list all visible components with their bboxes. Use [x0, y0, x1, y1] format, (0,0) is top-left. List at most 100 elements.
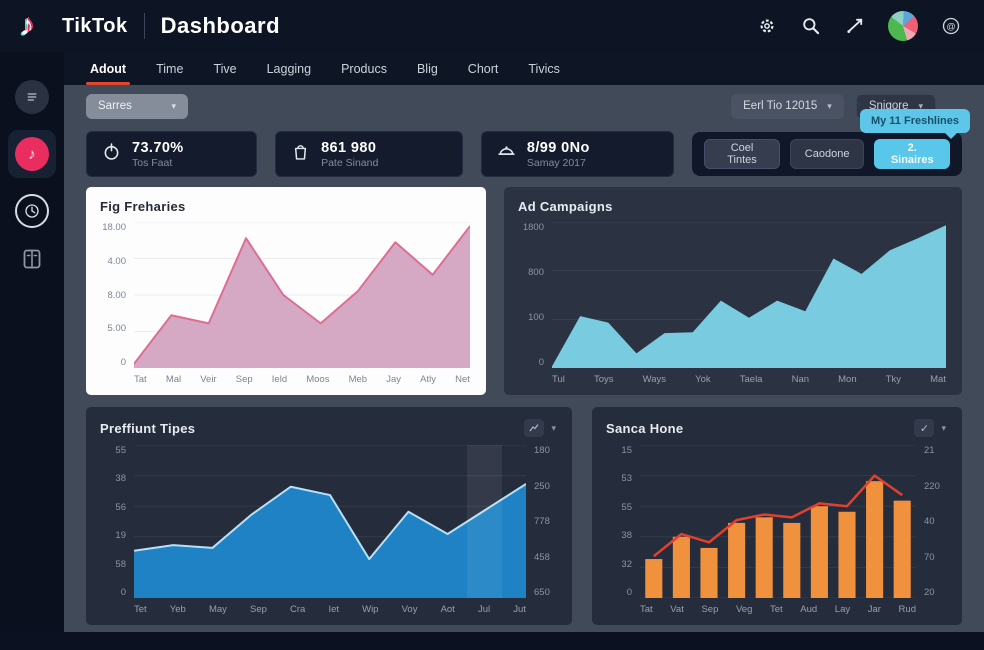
- y-tick-label: 38: [606, 530, 632, 541]
- x-tick-label: Jar: [868, 604, 881, 615]
- stat-card-rate: 73.70% Tos Faat: [86, 131, 257, 177]
- tab-time[interactable]: Time: [156, 52, 183, 85]
- sinaires-button[interactable]: 2. Sinaires: [874, 139, 950, 169]
- sidebar-item-history[interactable]: [15, 194, 49, 228]
- page-title: Dashboard: [161, 13, 280, 39]
- x-tick-label: Toys: [594, 374, 614, 385]
- x-tick-label: Sep: [236, 374, 253, 385]
- stat-value: 73.70%: [132, 140, 184, 156]
- tab-blig[interactable]: Blig: [417, 52, 438, 85]
- y-axis-labels-right: 180250778458650: [526, 445, 556, 598]
- x-tick-label: Iet: [328, 604, 339, 615]
- stat-card-summary: 8/99 0No Samay 2017: [481, 131, 674, 177]
- y-tick-label: 38: [100, 473, 126, 484]
- tab-adout[interactable]: Adout: [90, 52, 126, 85]
- x-tick-label: Aud: [800, 604, 817, 615]
- brand-name: TikTok: [62, 15, 128, 38]
- settings-icon[interactable]: [756, 15, 778, 37]
- chevron-down-icon[interactable]: ▾: [941, 423, 946, 434]
- y-tick-label: 20: [924, 587, 946, 598]
- avatar[interactable]: [888, 11, 918, 41]
- caodone-button[interactable]: Caodone: [790, 139, 865, 169]
- y-tick-label: 650: [534, 587, 556, 598]
- sidebar-item-music-active[interactable]: ♪: [8, 130, 56, 178]
- x-tick-label: Net: [455, 374, 470, 385]
- library-icon: [17, 244, 47, 274]
- tab-chort[interactable]: Chort: [468, 52, 499, 85]
- plot-region: [552, 222, 946, 368]
- coel-tintes-button[interactable]: Coel Tintes: [704, 139, 780, 169]
- tab-lagging[interactable]: Lagging: [267, 52, 312, 85]
- y-axis-labels-right: 21220407020: [916, 445, 946, 598]
- chart-title: Ad Campaigns: [518, 199, 613, 214]
- stat-label: Pate Sinand: [321, 157, 378, 169]
- x-tick-label: Jul: [478, 604, 490, 615]
- stat-label: Tos Faat: [132, 157, 184, 169]
- x-tick-label: Rud: [899, 604, 916, 615]
- sources-dropdown-value: Sarres: [98, 100, 132, 112]
- chevron-down-icon[interactable]: ▾: [551, 423, 556, 434]
- area-chart: [134, 222, 470, 368]
- sidebar-item-menu[interactable]: [15, 80, 49, 114]
- check-icon[interactable]: ✓: [914, 419, 934, 437]
- card-tools: ▾: [524, 419, 556, 437]
- tiktok-logo-icon: ♪♪♪: [18, 8, 52, 44]
- topbar-actions: @: [756, 11, 962, 41]
- basket-icon: [496, 141, 517, 167]
- x-axis-labels: TatVatSepVegTetAudLayJarRud: [606, 604, 946, 615]
- svg-text:@: @: [946, 21, 955, 31]
- x-tick-label: Veg: [736, 604, 752, 615]
- bar-line-chart: [640, 445, 916, 598]
- active-highlight: ♪: [8, 130, 56, 178]
- charts-row-1: Fig Freharies My 11 Freshlines 18.004.00…: [86, 187, 962, 395]
- chart-title: Sanca Hone: [606, 421, 683, 436]
- x-tick-label: Jay: [386, 374, 401, 385]
- chevron-down-icon: ▾: [171, 101, 176, 112]
- chart-card-ad-campaigns: Ad Campaigns 18008001000 TulToysWaysYokT…: [504, 187, 962, 395]
- y-tick-label: 40: [924, 516, 946, 527]
- x-tick-label: Tat: [134, 374, 147, 385]
- card-tools: ✓ ▾: [914, 419, 946, 437]
- search-icon[interactable]: [800, 15, 822, 37]
- y-tick-label: 53: [606, 473, 632, 484]
- x-tick-label: Nan: [792, 374, 809, 385]
- chart-card-preffiunt-tipes: Preffiunt Tipes ▾ 55385619580 180250778: [86, 407, 572, 625]
- x-tick-label: May: [209, 604, 227, 615]
- y-tick-label: 18.00: [100, 222, 126, 233]
- date-range-dropdown[interactable]: Eerl Tio 12015 ▾: [731, 94, 844, 119]
- x-tick-label: Yok: [695, 374, 711, 385]
- mention-icon[interactable]: @: [940, 15, 962, 37]
- area-chart: [552, 222, 946, 368]
- sidebar-item-library[interactable]: [17, 244, 47, 274]
- tab-tive[interactable]: Tive: [213, 52, 236, 85]
- x-axis-labels: TulToysWaysYokTaelaNanMonTkyMat: [518, 374, 946, 385]
- x-tick-label: Jut: [513, 604, 526, 615]
- mini-chart-icon[interactable]: [524, 419, 544, 437]
- tab-producs[interactable]: Producs: [341, 52, 387, 85]
- plot-region: [640, 445, 916, 598]
- x-tick-label: Sep: [250, 604, 267, 615]
- tab-tivics[interactable]: Tivics: [528, 52, 559, 85]
- x-tick-label: Wip: [362, 604, 378, 615]
- power-icon: [101, 141, 122, 167]
- chart-card-fig-freharies: Fig Freharies My 11 Freshlines 18.004.00…: [86, 187, 486, 395]
- chart-area: 18.004.008.005.000: [100, 222, 470, 368]
- x-tick-label: Vat: [670, 604, 684, 615]
- chart-area: 55385619580 180250778458650: [100, 445, 556, 598]
- menu-icon: [15, 80, 49, 114]
- stats-row: 73.70% Tos Faat 861 980 Pate Sinand 8/: [86, 131, 962, 177]
- y-tick-label: 19: [100, 530, 126, 541]
- stat-button-group: Coel Tintes Caodone 2. Sinaires: [692, 132, 962, 176]
- y-tick-label: 800: [518, 267, 544, 278]
- y-tick-label: 458: [534, 552, 556, 563]
- y-tick-label: 56: [100, 502, 126, 513]
- stat-value: 8/99 0No: [527, 140, 590, 156]
- x-tick-label: Sep: [701, 604, 718, 615]
- stat-label: Samay 2017: [527, 157, 590, 169]
- sources-dropdown[interactable]: Sarres ▾: [86, 94, 188, 119]
- x-tick-label: Tet: [134, 604, 147, 615]
- x-tick-label: Moos: [306, 374, 329, 385]
- chart-title: Preffiunt Tipes: [100, 421, 195, 436]
- trend-arrow-icon[interactable]: [844, 15, 866, 37]
- music-icon: ♪: [15, 137, 49, 171]
